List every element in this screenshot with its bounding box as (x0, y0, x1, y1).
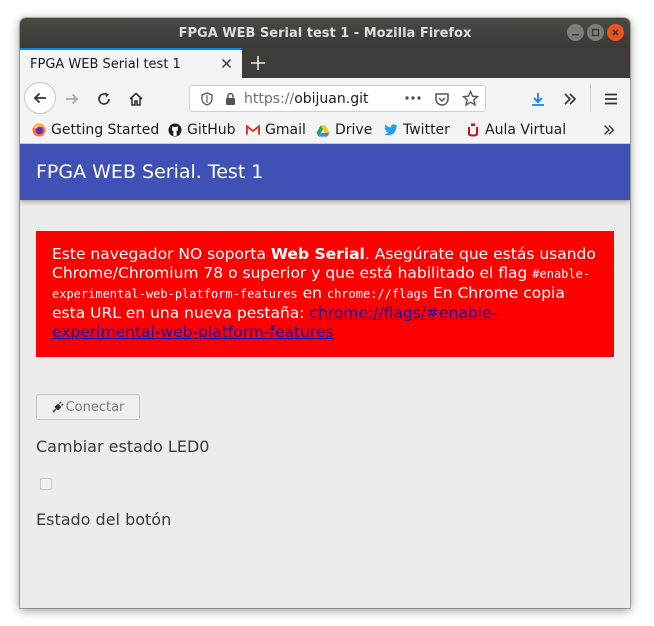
maximize-icon[interactable] (587, 24, 604, 41)
aula-virtual-icon (466, 123, 480, 137)
bookmarks-toolbar: Getting Started GitHub Gmail Drive Twitt… (20, 118, 630, 144)
button-state-label: Estado del botón (36, 510, 172, 529)
browser-window: FPGA WEB Serial test 1 - Mozilla Firefox… (20, 18, 630, 608)
url-fade (365, 88, 395, 109)
more-icon[interactable] (404, 91, 422, 105)
bookmark-label: Gmail (265, 122, 306, 138)
twitter-icon (384, 123, 398, 137)
bookmark-label: Aula Virtual (485, 122, 567, 138)
home-icon[interactable] (126, 89, 146, 109)
minimize-icon[interactable] (567, 24, 584, 41)
nav-bar: https:// obijuan.git (20, 78, 630, 118)
menu-icon[interactable] (601, 89, 621, 109)
tab-close-icon[interactable] (221, 56, 232, 72)
window-title: FPGA WEB Serial test 1 - Mozilla Firefox (178, 25, 472, 41)
url-bar[interactable]: https:// obijuan.git (189, 85, 486, 112)
back-icon[interactable] (24, 82, 56, 114)
shield-icon[interactable] (200, 91, 214, 106)
title-bar: FPGA WEB Serial test 1 - Mozilla Firefox (20, 18, 630, 48)
bookmark-twitter[interactable]: Twitter (384, 122, 450, 138)
alert-bold: Web Serial (270, 245, 365, 263)
drive-icon (316, 123, 330, 137)
url-host: obijuan.git (294, 90, 369, 107)
page-content: FPGA WEB Serial. Test 1 Este navegador N… (20, 144, 630, 608)
new-tab-icon[interactable] (242, 48, 274, 78)
download-icon[interactable] (528, 89, 548, 109)
tab-strip: FPGA WEB Serial test 1 (20, 48, 630, 78)
alert-text: Este navegador NO soporta (52, 245, 271, 263)
bookmark-label: Drive (335, 122, 373, 138)
close-icon[interactable] (607, 24, 624, 41)
firefox-icon (32, 123, 46, 137)
bookmark-gmail[interactable]: Gmail (246, 122, 306, 138)
window-controls (567, 24, 624, 41)
url-protocol: https:// (244, 90, 295, 107)
pocket-icon[interactable] (434, 91, 450, 107)
tab-label: FPGA WEB Serial test 1 (30, 56, 181, 72)
led-label: Cambiar estado LED0 (36, 437, 210, 456)
overflow-icon[interactable] (560, 89, 580, 109)
led0-checkbox[interactable] (40, 478, 52, 490)
plug-icon (52, 401, 64, 413)
connect-button[interactable]: Conectar (36, 394, 140, 420)
bookmark-getting-started[interactable]: Getting Started (32, 122, 159, 138)
bookmark-aula-virtual[interactable]: Aula Virtual (466, 122, 566, 138)
connect-label: Conectar (65, 399, 125, 415)
app-bar: FPGA WEB Serial. Test 1 (20, 144, 630, 200)
unsupported-alert: Este navegador NO soporta Web Serial. As… (36, 231, 614, 357)
lock-icon[interactable] (224, 92, 237, 106)
alert-text: en (297, 284, 327, 302)
bookmark-label: GitHub (187, 122, 236, 138)
bookmarks-overflow-icon[interactable] (602, 123, 616, 137)
forward-icon[interactable] (62, 89, 82, 109)
alert-url-code: chrome://flags (326, 287, 429, 301)
github-icon (168, 123, 182, 137)
gmail-icon (246, 123, 260, 137)
bookmark-label: Twitter (403, 122, 450, 138)
nav-divider (590, 84, 591, 112)
page-title: FPGA WEB Serial. Test 1 (36, 161, 264, 183)
bookmark-github[interactable]: GitHub (168, 122, 236, 138)
tab-fpga-web-serial[interactable]: FPGA WEB Serial test 1 (20, 48, 242, 78)
reload-icon[interactable] (94, 89, 114, 109)
bookmark-drive[interactable]: Drive (316, 122, 372, 138)
bookmark-label: Getting Started (51, 122, 160, 138)
star-icon[interactable] (462, 90, 479, 107)
